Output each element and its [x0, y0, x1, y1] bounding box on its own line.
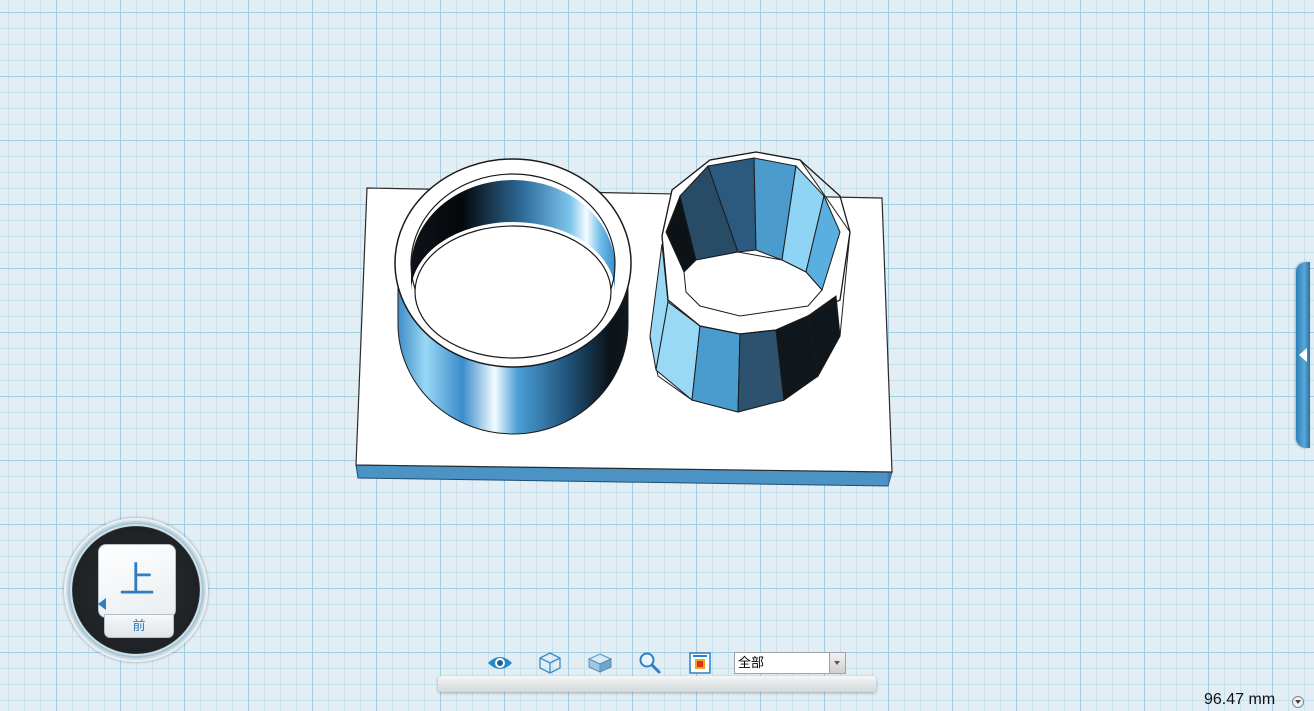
unit-dropdown-icon[interactable]: [1292, 696, 1304, 708]
measurement-readout: 96.47 mm: [1204, 691, 1276, 708]
side-panel-toggle[interactable]: [1296, 262, 1310, 448]
view-cube[interactable]: 上 前: [64, 518, 208, 662]
view-cube-top-face[interactable]: 上: [98, 544, 176, 618]
chevron-left-icon: [1299, 348, 1307, 362]
eye-icon[interactable]: [484, 648, 516, 678]
object-filter-value: 全部: [738, 655, 765, 670]
toolbar-shelf: [438, 676, 876, 692]
dropdown-arrow-icon[interactable]: [829, 653, 845, 673]
rotate-left-icon[interactable]: [98, 598, 106, 610]
zoom-icon[interactable]: [634, 648, 666, 678]
shaded-cube-icon[interactable]: [584, 648, 616, 678]
view-toolbar: 全部: [484, 648, 846, 678]
wireframe-cube-icon[interactable]: [534, 648, 566, 678]
round-cylinder[interactable]: [394, 158, 632, 435]
view-cube-front-face[interactable]: 前: [104, 614, 174, 638]
polygon-cylinder[interactable]: [649, 151, 851, 413]
layer-color-icon[interactable]: [684, 648, 716, 678]
object-filter-select[interactable]: 全部: [734, 652, 846, 674]
